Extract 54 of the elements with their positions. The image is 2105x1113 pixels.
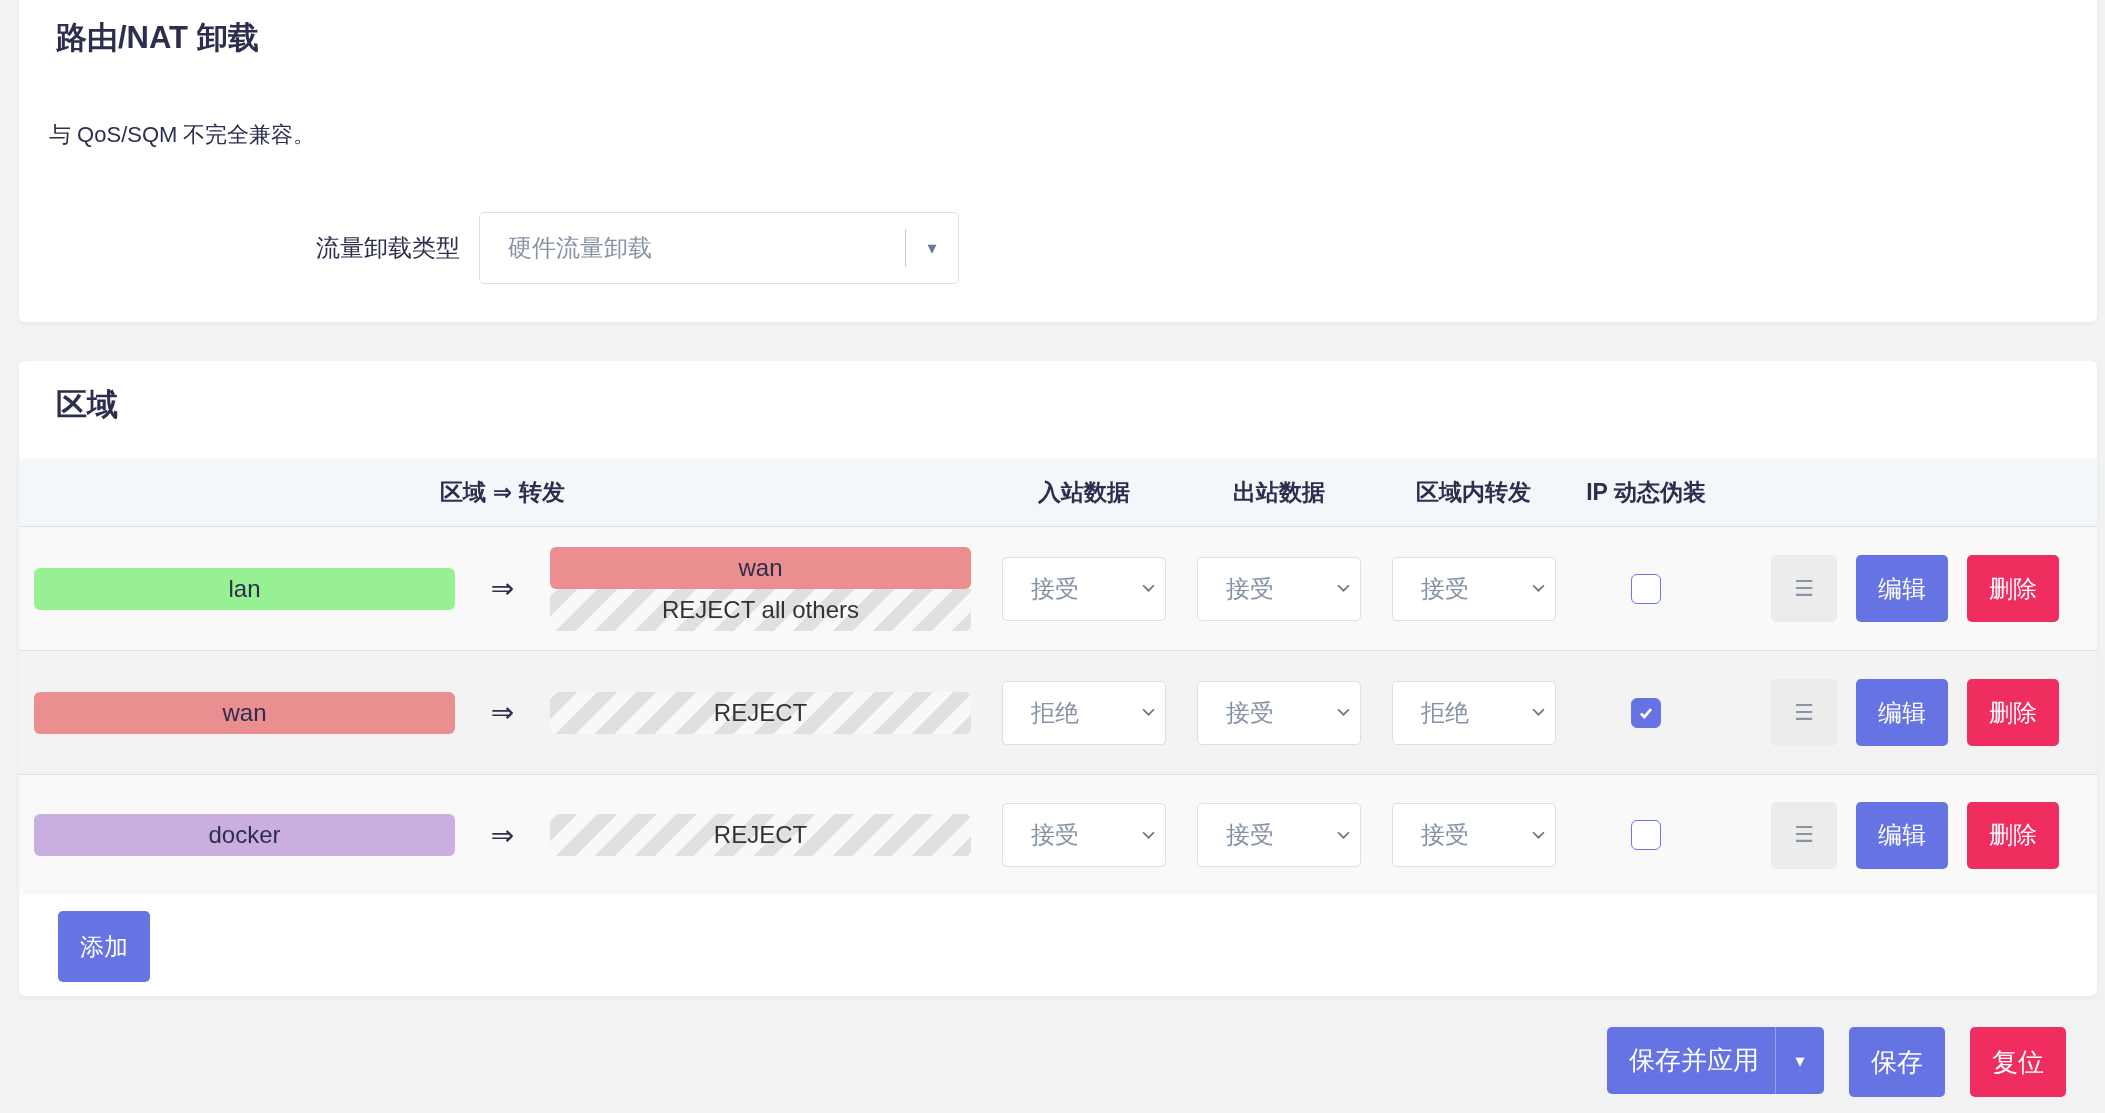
checkbox[interactable] [1631,697,1661,728]
edit-button[interactable]: 编辑 [1856,679,1948,746]
chevron-icon [1531,830,1545,840]
chevron-icon [1141,584,1155,593]
menu-button[interactable]: ☰ [1771,679,1837,746]
edit-button[interactable]: 编辑 [1856,555,1948,622]
edit-button[interactable]: 编辑 [1856,801,1948,869]
policy-badge: REJECT [550,691,971,734]
zone-badge: docker [34,814,455,856]
column-header: 区域 ⇒ 转发 [439,478,566,507]
checkbox[interactable] [1631,820,1661,850]
policy-select[interactable]: 接受 [1196,680,1361,745]
policy-select[interactable]: 拒绝 [1391,680,1556,745]
policy-badge: REJECT all others [550,588,971,631]
add-button[interactable]: 添加 [58,911,150,982]
reset-button[interactable]: 复位 [1970,1027,2066,1097]
chevron-icon [1336,830,1350,840]
chevron-icon [1531,584,1545,593]
zone-badge: lan [34,567,455,610]
policy-select[interactable]: 接受 [1196,556,1361,621]
delete-button[interactable]: 删除 [1967,555,2059,622]
chevron-icon [1141,830,1155,840]
section-note: 与 QoS/SQM 不完全兼容。 [49,121,317,149]
zone-badge: wan [34,691,455,734]
policy-select[interactable]: 接受 [1196,803,1361,867]
delete-button[interactable]: 删除 [1967,679,2059,746]
delete-button[interactable]: 删除 [1967,801,2059,869]
arrow-symbol: ⇒ [489,696,516,729]
zone-badge: wan [550,546,971,589]
policy-select[interactable]: 接受 [1001,556,1166,621]
section-title: 区域 [56,386,119,424]
menu-button[interactable]: ☰ [1771,801,1837,869]
policy-select[interactable]: 接受 [1001,803,1166,867]
chevron-icon [1336,708,1350,717]
chevron-icon [1531,708,1545,717]
save-apply-button[interactable]: 保存并应用 ▾ [1607,1027,1824,1094]
column-header: 区域内转发 [1415,478,1532,507]
column-header: 出站数据 [1231,478,1326,507]
column-header: IP 动态伪装 [1585,478,1707,507]
section-title: 路由/NAT 卸载 [56,19,260,57]
column-header: 入站数据 [1036,478,1131,507]
chevron-icon [1336,584,1350,593]
policy-badge: REJECT [550,814,971,856]
policy-select[interactable]: 接受 [1391,556,1556,621]
arrow-symbol: ⇒ [489,818,516,852]
save-button[interactable]: 保存 [1849,1027,1945,1097]
policy-select[interactable]: 接受 [1391,803,1556,867]
field-label: 流量卸载类型 [315,233,461,263]
menu-button[interactable]: ☰ [1771,555,1837,622]
policy-select[interactable]: 拒绝 [1001,680,1166,745]
checkbox[interactable] [1631,573,1661,604]
chevron-icon [1141,708,1155,717]
offload-type-select[interactable]: 硬件流量卸载 ▾ [479,212,959,284]
arrow-symbol: ⇒ [489,572,516,605]
